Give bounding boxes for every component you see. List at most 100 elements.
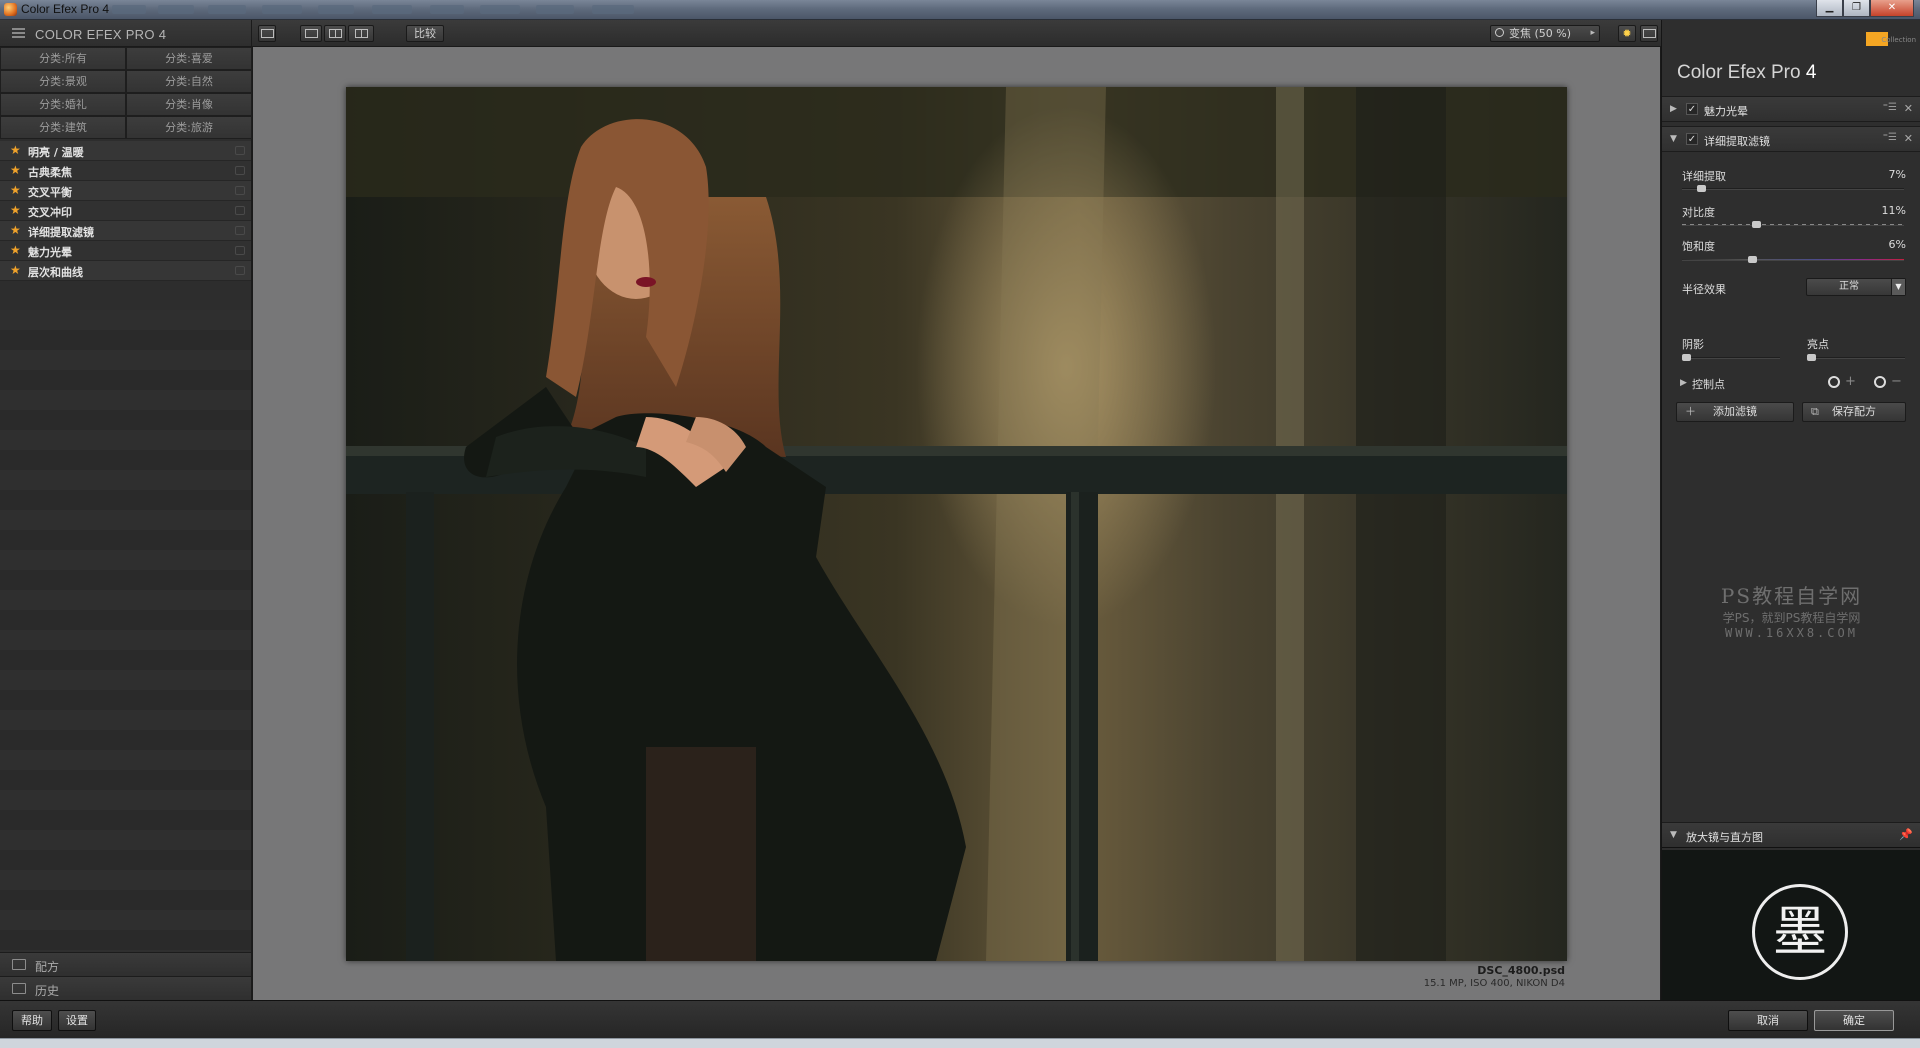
- slider-knob[interactable]: [1807, 354, 1816, 361]
- favorite-icon[interactable]: [235, 226, 245, 235]
- cancel-button[interactable]: 取消: [1728, 1010, 1808, 1031]
- blurred-menu: [592, 5, 634, 14]
- watermark-url: WWW.16XX8.COM: [1725, 626, 1858, 640]
- saturation-slider[interactable]: [1682, 256, 1904, 263]
- recipes-section[interactable]: 配方: [0, 952, 251, 976]
- slider-knob[interactable]: [1682, 354, 1691, 361]
- panel-toggle-button[interactable]: [258, 25, 276, 42]
- app-icon: [4, 3, 17, 16]
- filter-list-item[interactable]: ★ 交叉平衡: [0, 181, 251, 201]
- product-name: Color Efex Pro: [1677, 62, 1801, 83]
- panel-brand: COLOR EFEX PRO 4: [35, 27, 167, 42]
- filter-browser-panel: COLOR EFEX PRO 4 分类:所有 分类:喜爱 分类:景观 分类:自然…: [0, 20, 252, 1000]
- preview-toolbar: 比较 变焦 (50 %) ▸ ✹: [252, 20, 1661, 47]
- filter-header-detail-extractor[interactable]: ▼ ✓ 详细提取滤镜 ⁼☰ ✕: [1662, 126, 1920, 152]
- star-icon[interactable]: ★: [10, 223, 21, 237]
- product-version: 4: [1805, 62, 1817, 83]
- star-icon[interactable]: ★: [10, 263, 21, 277]
- save-recipe-button[interactable]: ⧉ 保存配方: [1802, 402, 1906, 422]
- chevron-right-icon[interactable]: ▶: [1670, 104, 1677, 114]
- slider-knob[interactable]: [1748, 256, 1757, 263]
- zoom-select[interactable]: 变焦 (50 %) ▸: [1490, 25, 1600, 42]
- category-favorites-button[interactable]: 分类:喜爱: [126, 47, 252, 70]
- minimize-button[interactable]: ▁: [1816, 0, 1843, 17]
- compare-button[interactable]: 比较: [406, 25, 444, 42]
- filter-enable-checkbox[interactable]: ✓: [1686, 133, 1698, 145]
- chevron-right-icon: ▸: [1590, 28, 1595, 38]
- slider-knob[interactable]: [1752, 221, 1761, 228]
- contrast-slider[interactable]: [1682, 221, 1904, 228]
- slider-knob[interactable]: [1697, 185, 1706, 192]
- blurred-menu: [430, 5, 464, 14]
- favorite-icon[interactable]: [235, 206, 245, 215]
- bottom-bar: 帮助 设置 取消 确定: [0, 1000, 1920, 1038]
- maximize-button[interactable]: ❐: [1843, 0, 1870, 17]
- category-architecture-button[interactable]: 分类:建筑: [0, 116, 126, 139]
- filter-label: 层次和曲线: [28, 266, 83, 279]
- star-icon[interactable]: ★: [10, 163, 21, 177]
- favorite-icon[interactable]: [235, 186, 245, 195]
- shadows-slider[interactable]: [1682, 354, 1780, 361]
- filter-list-item[interactable]: ★ 古典柔焦: [0, 161, 251, 181]
- close-icon[interactable]: ✕: [1904, 102, 1913, 115]
- favorite-icon[interactable]: [235, 146, 245, 155]
- help-button[interactable]: 帮助: [12, 1010, 52, 1031]
- filter-menu-icon[interactable]: ⁼☰: [1883, 102, 1897, 113]
- filter-list-item[interactable]: ★ 交叉冲印: [0, 201, 251, 221]
- filter-list-item[interactable]: ★ 层次和曲线: [0, 261, 251, 281]
- add-control-point-icon[interactable]: [1828, 376, 1840, 388]
- filter-label: 魅力光晕: [28, 246, 72, 259]
- favorite-icon[interactable]: [235, 246, 245, 255]
- chevron-down-icon[interactable]: ▼: [1670, 830, 1677, 840]
- chevron-right-icon[interactable]: ▶: [1680, 378, 1687, 388]
- category-portrait-button[interactable]: 分类:肖像: [126, 93, 252, 116]
- background-toggle-button[interactable]: [1640, 25, 1658, 42]
- add-filter-button[interactable]: ＋ 添加滤镜: [1676, 402, 1794, 422]
- category-wedding-button[interactable]: 分类:婚礼: [0, 93, 126, 116]
- add-filter-label: 添加滤镜: [1713, 405, 1757, 418]
- split-view-button[interactable]: [324, 25, 346, 42]
- category-landscape-button[interactable]: 分类:景观: [0, 70, 126, 93]
- loupe-histogram-header[interactable]: ▼ 放大镜与直方图 📌: [1662, 822, 1920, 848]
- side-by-side-button[interactable]: [348, 25, 374, 42]
- filter-menu-icon[interactable]: ⁼☰: [1883, 132, 1897, 143]
- history-section[interactable]: 历史: [0, 976, 251, 1000]
- filter-list-item[interactable]: ★ 详细提取滤镜: [0, 221, 251, 241]
- radius-effect-label: 半径效果: [1682, 283, 1726, 296]
- favorite-icon[interactable]: [235, 166, 245, 175]
- filter-controls-panel: Collection Color Efex Pro 4 ▶ ✓ 魅力光晕 ⁼☰ …: [1661, 20, 1920, 1000]
- settings-button[interactable]: 设置: [58, 1010, 96, 1031]
- ok-button[interactable]: 确定: [1814, 1010, 1894, 1031]
- detail-extraction-slider[interactable]: [1682, 185, 1904, 192]
- star-icon[interactable]: ★: [10, 243, 21, 257]
- category-all-button[interactable]: 分类:所有: [0, 47, 126, 70]
- filter-header-glamour-glow[interactable]: ▶ ✓ 魅力光晕 ⁼☰ ✕: [1662, 96, 1920, 122]
- menu-icon[interactable]: [12, 28, 25, 38]
- pin-icon[interactable]: 📌: [1899, 828, 1913, 841]
- filter-enable-checkbox[interactable]: ✓: [1686, 103, 1698, 115]
- favorite-icon[interactable]: [235, 266, 245, 275]
- preview-photo[interactable]: [346, 87, 1567, 961]
- close-icon[interactable]: ✕: [1904, 132, 1913, 145]
- minus-icon[interactable]: −: [1891, 374, 1902, 389]
- plus-icon[interactable]: +: [1845, 374, 1856, 389]
- subtract-control-point-icon[interactable]: [1874, 376, 1886, 388]
- star-icon[interactable]: ★: [10, 183, 21, 197]
- bulb-icon[interactable]: ✹: [1618, 25, 1636, 42]
- star-icon[interactable]: ★: [10, 203, 21, 217]
- watermark-title: PS教程自学网: [1720, 584, 1863, 608]
- close-button[interactable]: ✕: [1870, 0, 1914, 17]
- single-view-button[interactable]: [300, 25, 322, 42]
- detail-extraction-label: 详细提取: [1682, 170, 1726, 183]
- highlights-slider[interactable]: [1807, 354, 1905, 361]
- category-nature-button[interactable]: 分类:自然: [126, 70, 252, 93]
- star-icon[interactable]: ★: [10, 143, 21, 157]
- chevron-down-icon[interactable]: ▼: [1670, 134, 1677, 144]
- filter-label: 详细提取滤镜: [28, 226, 94, 239]
- filter-list-item[interactable]: ★ 魅力光晕: [0, 241, 251, 261]
- filter-list-item[interactable]: ★ 明亮 / 温暖: [0, 141, 251, 161]
- preview-canvas[interactable]: DSC_4800.psd 15.1 MP, ISO 400, NIKON D4: [252, 47, 1661, 1000]
- radius-effect-select[interactable]: 正常 ▼: [1806, 278, 1906, 296]
- control-points-row[interactable]: ▶ 控制点 + −: [1662, 372, 1920, 394]
- category-travel-button[interactable]: 分类:旅游: [126, 116, 252, 139]
